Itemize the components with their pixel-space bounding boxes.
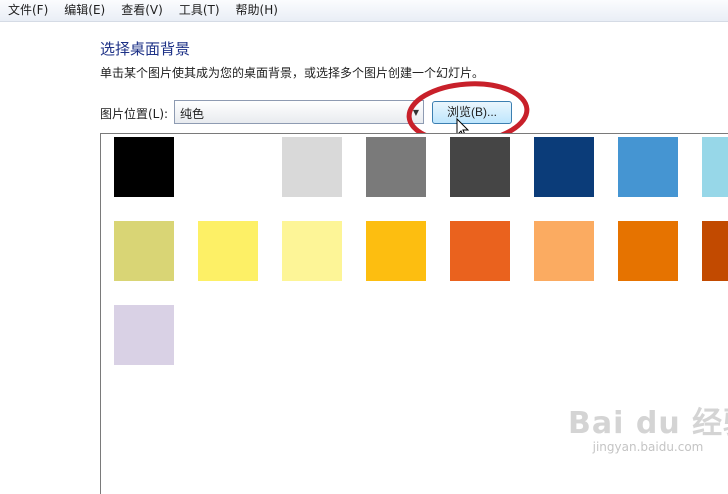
picture-location-label: 图片位置(L): bbox=[100, 107, 169, 121]
color-swatch[interactable] bbox=[198, 137, 258, 197]
color-swatch[interactable] bbox=[618, 221, 678, 281]
menu-file[interactable]: 文件(F) bbox=[0, 0, 56, 21]
color-swatch[interactable] bbox=[282, 221, 342, 281]
menu-bar: 文件(F) 编辑(E) 查看(V) 工具(T) 帮助(H) bbox=[0, 0, 728, 22]
color-swatch[interactable] bbox=[114, 221, 174, 281]
color-swatch[interactable] bbox=[114, 137, 174, 197]
color-swatch[interactable] bbox=[450, 221, 510, 281]
menu-tools[interactable]: 工具(T) bbox=[171, 0, 228, 21]
picture-location-select[interactable]: 纯色 ▼ bbox=[174, 100, 424, 124]
menu-help[interactable]: 帮助(H) bbox=[228, 0, 286, 21]
color-swatch[interactable] bbox=[450, 137, 510, 197]
menu-view[interactable]: 查看(V) bbox=[113, 0, 171, 21]
chevron-down-icon[interactable]: ▼ bbox=[409, 101, 423, 123]
page-description: 单击某个图片使其成为您的桌面背景，或选择多个图片创建一个幻灯片。 bbox=[100, 66, 485, 80]
color-swatch[interactable] bbox=[366, 221, 426, 281]
color-swatch[interactable] bbox=[366, 137, 426, 197]
picture-location-value: 纯色 bbox=[180, 107, 205, 121]
color-swatch[interactable] bbox=[114, 305, 174, 365]
color-swatch[interactable] bbox=[702, 221, 728, 281]
color-swatch[interactable] bbox=[534, 137, 594, 197]
color-swatch[interactable] bbox=[282, 137, 342, 197]
page-title: 选择桌面背景 bbox=[100, 40, 191, 58]
menu-edit[interactable]: 编辑(E) bbox=[56, 0, 113, 21]
color-swatch[interactable] bbox=[534, 221, 594, 281]
color-swatch[interactable] bbox=[618, 137, 678, 197]
color-swatch[interactable] bbox=[198, 221, 258, 281]
color-swatch[interactable] bbox=[702, 137, 728, 197]
color-swatch-panel bbox=[100, 133, 728, 494]
browse-button[interactable]: 浏览(B)... bbox=[432, 101, 512, 124]
